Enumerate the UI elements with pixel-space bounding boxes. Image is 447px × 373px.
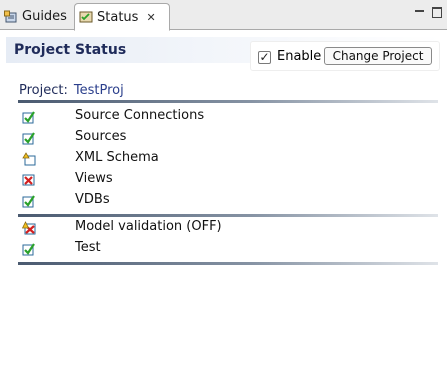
green-check-icon <box>22 194 36 208</box>
green-check-icon <box>22 110 36 124</box>
tab-guides[interactable]: Guides <box>0 3 72 30</box>
separator <box>18 214 438 217</box>
maximize-icon[interactable] <box>431 7 443 18</box>
status-item-label: VDBs <box>75 192 110 207</box>
status-item-label: Sources <box>75 129 127 144</box>
status-item-test[interactable]: Test <box>22 240 322 258</box>
status-item-vdbs[interactable]: VDBs <box>22 192 322 210</box>
status-item-label: Test <box>75 240 101 255</box>
status-item-label: XML Schema <box>75 150 159 165</box>
status-item-views[interactable]: Views <box>22 171 322 189</box>
page-title: Project Status <box>14 42 127 58</box>
tab-guides-label: Guides <box>22 9 67 24</box>
project-row: Project: TestProj <box>19 83 124 98</box>
tab-status-label: Status <box>97 9 139 25</box>
project-status-panel: Project Status ✓ Enable Change Project P… <box>0 31 447 373</box>
status-item-model-validation[interactable]: Model validation (OFF) <box>21 219 322 237</box>
enable-checkbox[interactable]: ✓ <box>258 51 271 64</box>
status-item-label: Views <box>75 171 113 186</box>
green-check-icon <box>22 242 36 256</box>
green-check-icon <box>22 131 36 145</box>
close-tab-icon[interactable]: ✕ <box>146 11 155 24</box>
separator <box>18 262 438 265</box>
warning-box-icon <box>22 152 36 166</box>
project-name[interactable]: TestProj <box>74 83 124 98</box>
status-item-xml-schema[interactable]: XML Schema <box>22 150 322 168</box>
guides-icon <box>4 10 18 24</box>
status-icon <box>79 10 93 24</box>
status-item-label: Source Connections <box>75 108 205 123</box>
status-item-label: Model validation (OFF) <box>75 219 222 234</box>
view-tab-bar: Guides Status ✕ <box>0 0 447 31</box>
status-item-sources[interactable]: Sources <box>22 129 322 147</box>
red-x-icon <box>22 173 36 187</box>
enable-label: Enable <box>277 49 322 64</box>
separator <box>18 100 438 103</box>
minimize-icon[interactable] <box>414 7 426 17</box>
validation-off-icon <box>21 221 36 235</box>
change-project-button[interactable]: Change Project <box>324 47 432 65</box>
status-item-source-connections[interactable]: Source Connections <box>22 108 322 126</box>
project-label: Project: <box>19 83 68 98</box>
tab-status[interactable]: Status ✕ <box>74 3 170 31</box>
